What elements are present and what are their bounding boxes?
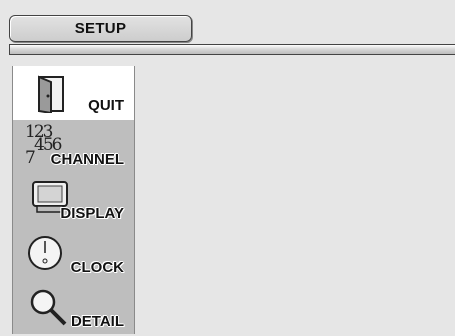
menu-item-label: DISPLAY bbox=[60, 205, 124, 222]
menu-item-label: CLOCK bbox=[70, 259, 124, 276]
menu-item-quit[interactable]: QUIT bbox=[13, 66, 134, 120]
menu-item-clock[interactable]: CLOCK bbox=[13, 228, 134, 282]
menu-item-label: CHANNEL bbox=[50, 151, 124, 168]
menu-item-display[interactable]: DISPLAY bbox=[13, 174, 134, 228]
door-icon bbox=[33, 75, 67, 118]
page-title: SETUP bbox=[9, 15, 192, 42]
header-divider bbox=[9, 44, 455, 55]
magnifier-icon bbox=[29, 288, 69, 333]
menu-item-label: DETAIL bbox=[70, 313, 124, 330]
menu-item-channel[interactable]: 123 456 7 CHANNEL bbox=[13, 120, 134, 174]
header-bar: SETUP bbox=[0, 0, 455, 48]
setup-menu: QUIT 123 456 7 CHANNEL DISPLAY CLOCK DET… bbox=[12, 66, 135, 334]
menu-item-label: QUIT bbox=[88, 97, 124, 114]
clock-icon bbox=[27, 234, 65, 277]
menu-item-detail[interactable]: DETAIL bbox=[13, 282, 134, 336]
